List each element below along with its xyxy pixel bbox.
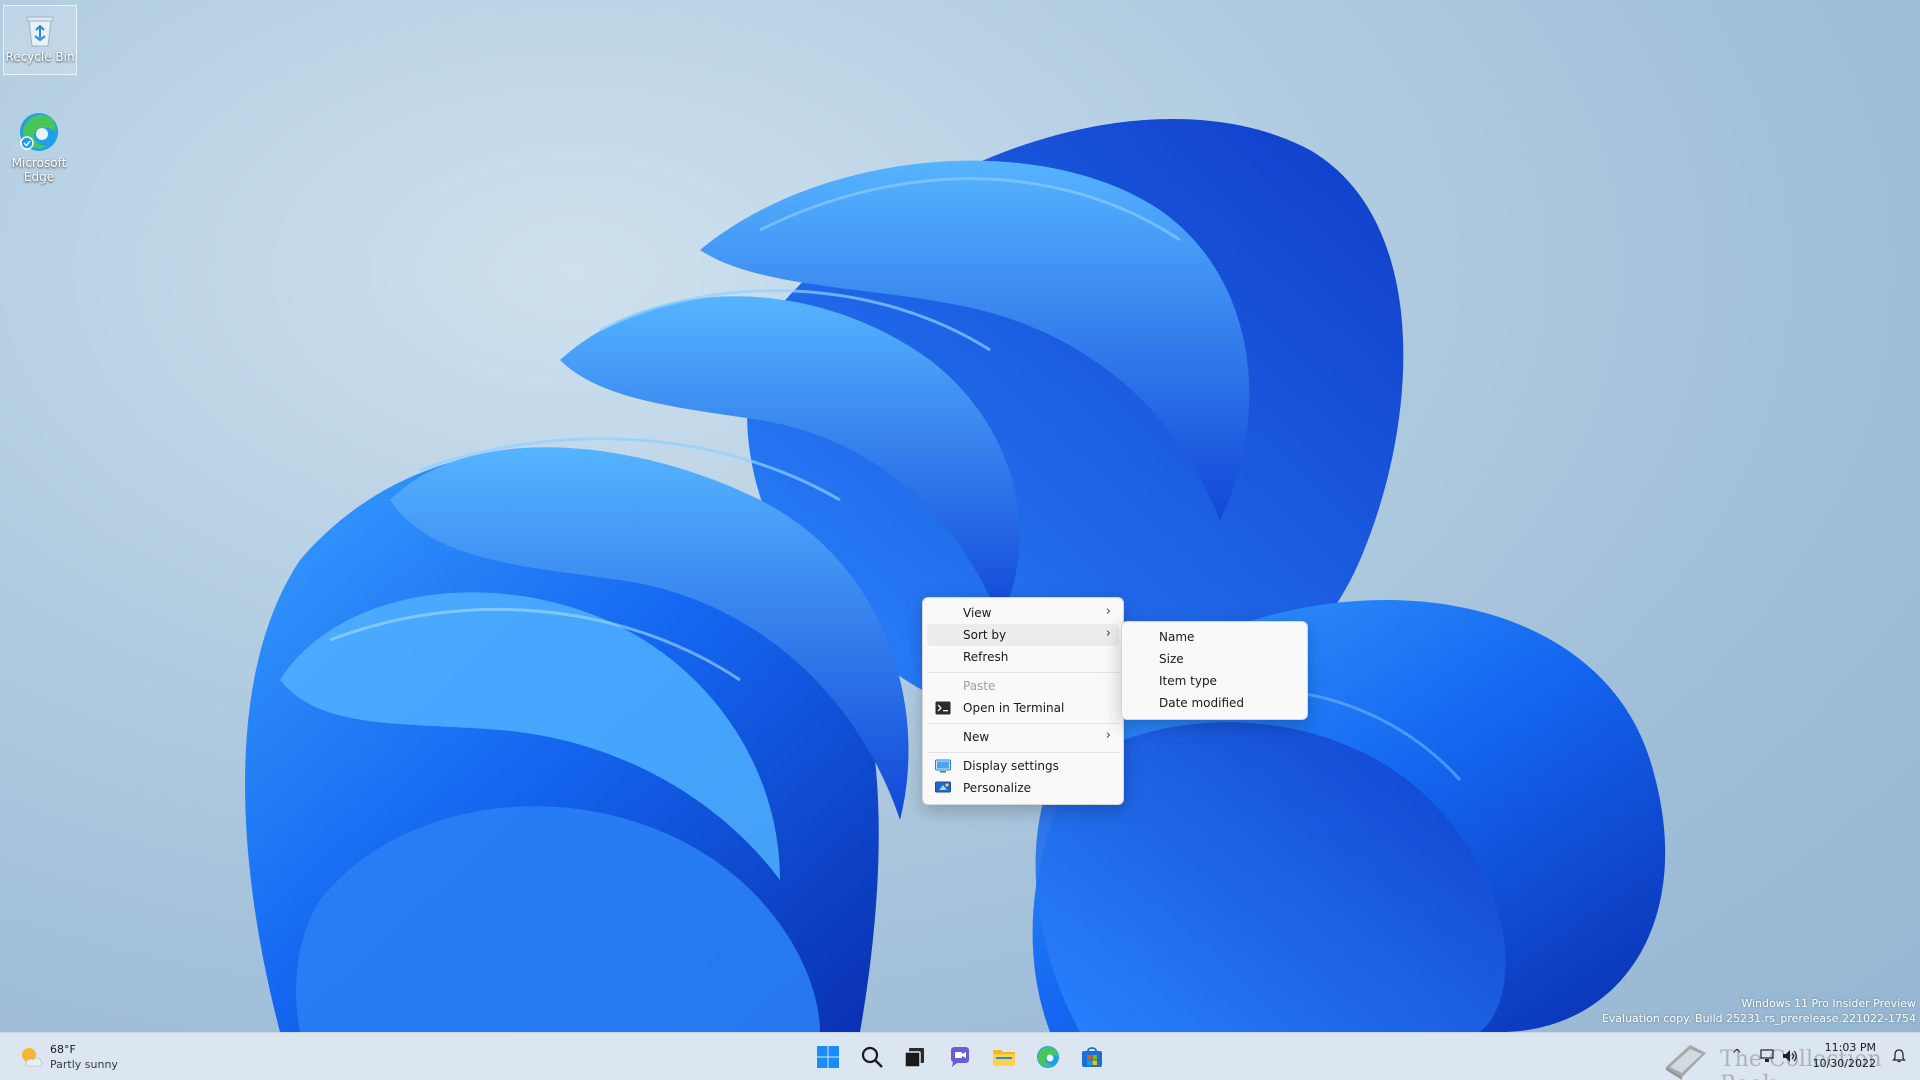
edge-icon (1037, 1046, 1059, 1068)
sort-item-date-modified[interactable]: Date modified (1126, 692, 1303, 714)
partly-sunny-icon (22, 1048, 43, 1067)
recycle-bin-label: Recycle Bin (5, 50, 75, 64)
menu-item-new[interactable]: New › (927, 726, 1119, 748)
task-view-icon (904, 1048, 924, 1068)
menu-item-display-settings[interactable]: Display settings (927, 755, 1119, 777)
menu-item-label: View (963, 606, 992, 620)
search-icon (861, 1046, 883, 1068)
task-view-button[interactable] (899, 1041, 931, 1073)
sort-item-size[interactable]: Size (1126, 648, 1303, 670)
microsoft-edge-label: Microsoft Edge (11, 156, 67, 184)
weather-temperature: 68°F (50, 1043, 76, 1056)
desktop[interactable]: Recycle Bin Microsoft Edge View › Sort b… (0, 0, 1920, 1080)
volume-icon[interactable] (1782, 1049, 1798, 1063)
menu-item-label: Item type (1159, 674, 1217, 688)
chevron-right-icon: › (1105, 728, 1111, 743)
weather-widget[interactable]: 68°F Partly sunny (18, 1041, 138, 1073)
system-tray: The Collection Book ^ 11:03 PM 10/30/202… (1660, 1033, 1920, 1080)
wallpaper-bloom (245, 118, 1666, 1032)
book-icon (1666, 1045, 1706, 1080)
notifications-icon[interactable] (1892, 1049, 1906, 1063)
menu-item-refresh[interactable]: Refresh (927, 646, 1119, 668)
menu-item-view[interactable]: View › (927, 602, 1119, 624)
watermark-line-build: Evaluation copy. Build 25231.rs_prerelea… (1601, 1012, 1916, 1025)
sort-item-name[interactable]: Name (1126, 626, 1303, 648)
watermark-line-edition: Windows 11 Pro Insider Preview (1741, 997, 1916, 1010)
menu-item-label: Open in Terminal (963, 701, 1065, 715)
clock-time[interactable]: 11:03 PM (1825, 1041, 1876, 1054)
menu-separator (927, 752, 1119, 753)
file-explorer-button[interactable] (988, 1041, 1020, 1073)
desktop-context-menu: View › Sort by › Refresh Paste Open in T… (922, 597, 1124, 805)
menu-item-sort-by[interactable]: Sort by › (927, 624, 1119, 646)
menu-item-label: Display settings (963, 759, 1059, 773)
network-icon[interactable] (1760, 1049, 1776, 1063)
edge-button[interactable] (1032, 1041, 1064, 1073)
chevron-right-icon: › (1105, 604, 1111, 619)
menu-separator (927, 672, 1119, 673)
menu-item-label: Personalize (963, 781, 1032, 795)
menu-item-label: Name (1159, 630, 1195, 644)
personalize-icon (935, 781, 951, 793)
microsoft-edge-desktop-icon[interactable]: Microsoft Edge (3, 104, 75, 190)
search-button[interactable] (856, 1041, 888, 1073)
menu-separator (927, 723, 1119, 724)
edge-icon (20, 113, 58, 151)
store-icon (1082, 1047, 1102, 1067)
folder-icon (993, 1050, 1015, 1066)
recycle-bin-icon (26, 16, 54, 47)
chevron-right-icon: › (1105, 626, 1111, 641)
sort-by-submenu: Name Size Item type Date modified (1121, 621, 1308, 720)
chat-icon (951, 1047, 969, 1067)
menu-item-label: Size (1159, 652, 1184, 666)
menu-item-label: Date modified (1159, 696, 1245, 710)
menu-item-paste: Paste (927, 675, 1119, 697)
show-hidden-icons-button[interactable]: ^ (1732, 1047, 1742, 1061)
weather-condition: Partly sunny (50, 1058, 118, 1071)
terminal-icon (935, 701, 951, 715)
recycle-bin-desktop-icon[interactable]: Recycle Bin (3, 5, 77, 75)
windows-logo-icon (817, 1046, 839, 1068)
menu-item-open-in-terminal[interactable]: Open in Terminal (927, 697, 1119, 719)
chat-button[interactable] (944, 1041, 976, 1073)
menu-item-label: New (963, 730, 990, 744)
menu-item-label: Paste (963, 679, 996, 693)
start-button[interactable] (812, 1041, 844, 1073)
menu-item-personalize[interactable]: Personalize (927, 777, 1119, 799)
display-settings-icon (935, 759, 951, 773)
clock-date[interactable]: 10/30/2022 (1813, 1057, 1876, 1070)
evaluation-watermark: Windows 11 Pro Insider Preview Evaluatio… (1602, 996, 1916, 1026)
menu-item-label: Refresh (963, 650, 1009, 664)
menu-item-label: Sort by (963, 628, 1007, 642)
taskbar: 68°F Partly sunny The Collection ^ 11:03… (0, 1032, 1920, 1080)
store-button[interactable] (1076, 1041, 1108, 1073)
sort-item-item-type[interactable]: Item type (1126, 670, 1303, 692)
